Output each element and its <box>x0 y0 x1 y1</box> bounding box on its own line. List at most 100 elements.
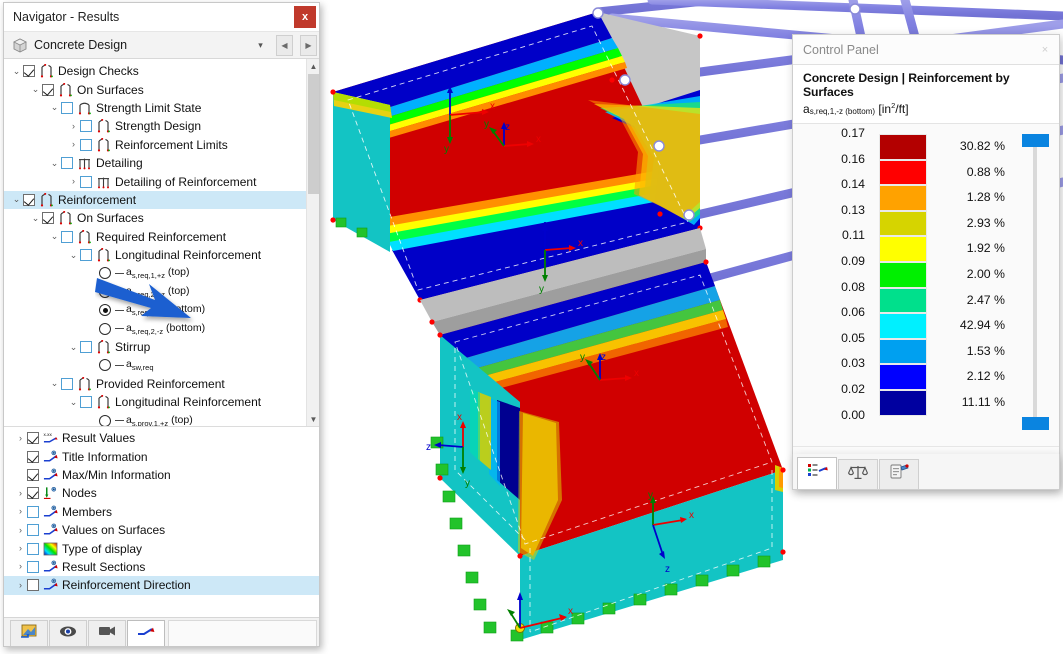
chevron-right-icon[interactable]: › <box>67 140 80 149</box>
tree-item-detailing[interactable]: ⌄ Detailing <box>4 154 306 172</box>
tree-checkbox[interactable] <box>80 175 92 188</box>
chevron-down-icon[interactable]: ⌄ <box>48 158 61 168</box>
chevron-down-icon[interactable]: ⌄ <box>67 397 80 407</box>
tree-checkbox[interactable] <box>61 230 73 243</box>
display-properties-icon-tab[interactable] <box>879 459 919 489</box>
legend-color-swatch[interactable] <box>879 313 927 339</box>
eye-visibility-icon-button[interactable] <box>49 620 87 646</box>
tree-radio[interactable] <box>99 414 111 426</box>
tree-radio[interactable] <box>99 267 111 280</box>
close-icon[interactable]: x <box>294 6 316 28</box>
tree-item-value-16[interactable]: asw,req <box>4 356 306 374</box>
tree-checkbox[interactable] <box>42 212 54 225</box>
chevron-right-icon[interactable]: › <box>14 525 27 535</box>
chevron-right-icon[interactable]: › <box>14 433 27 443</box>
chevron-down-icon[interactable]: ⌄ <box>10 195 23 204</box>
navigator-tree-upper[interactable]: ⌄ Design Checks ⌄ On Surfaces ⌄ Strength Limi… <box>4 59 319 427</box>
navigator-tree-lower[interactable]: › x.xx Result Values Title Information Max… <box>4 427 319 617</box>
tree-item-reinforcement[interactable]: ⌄ Reinforcement <box>4 190 306 210</box>
slider-thumb-min[interactable] <box>1022 417 1049 430</box>
tree-checkbox[interactable] <box>27 524 39 537</box>
tree-checkbox[interactable] <box>61 101 73 114</box>
tree-item-strength-limit-state[interactable]: ⌄ Strength Limit State <box>4 99 306 117</box>
legend-range-slider[interactable] <box>1022 134 1049 430</box>
tree-item-value-11[interactable]: as,req,1,+z (top) <box>4 264 306 282</box>
tree-item-longitudinal-reinforcement[interactable]: ⌄ Longitudinal Reinforcement <box>4 393 306 411</box>
tree-item-value-14[interactable]: as,req,2,-z (bottom) <box>4 319 306 337</box>
tree-item-design-checks[interactable]: ⌄ Design Checks <box>4 62 306 80</box>
tree-checkbox[interactable] <box>80 249 92 262</box>
tree-item-detailing-of-reinforcement[interactable]: › Detailing of Reinforcement <box>4 172 306 190</box>
tree-item-on-surfaces[interactable]: ⌄ On Surfaces <box>4 209 306 227</box>
scroll-down-arrow-icon[interactable]: ▼ <box>307 412 319 426</box>
tree-checkbox[interactable] <box>27 468 39 481</box>
tree-item-provided-reinforcement[interactable]: ⌄ Provided Reinforcement <box>4 375 306 393</box>
tree-checkbox[interactable] <box>27 487 39 500</box>
navigator-titlebar[interactable]: Navigator - Results x <box>4 3 319 32</box>
tree-item-reinforcement-direction[interactable]: › Reinforcement Direction <box>4 576 319 595</box>
legend-color-swatch[interactable] <box>879 159 927 186</box>
tree-item-nodes[interactable]: › Nodes <box>4 484 319 502</box>
tree-scrollbar[interactable]: ▲ ▼ <box>306 59 319 426</box>
tree-radio[interactable] <box>99 285 111 298</box>
chevron-right-icon[interactable]: › <box>14 488 27 498</box>
chevron-down-icon[interactable]: ⌄ <box>10 66 23 76</box>
scroll-up-arrow-icon[interactable]: ▲ <box>307 59 319 73</box>
color-legend-icon-tab[interactable] <box>797 457 837 489</box>
tree-checkbox[interactable] <box>80 396 92 409</box>
video-camera-icon-button[interactable] <box>88 620 126 646</box>
tree-checkbox[interactable] <box>27 505 39 518</box>
legend-color-swatch[interactable] <box>879 287 927 314</box>
chevron-down-icon[interactable]: ⌄ <box>48 232 61 241</box>
chevron-down-icon[interactable]: ⌄ <box>67 250 80 260</box>
tree-checkbox[interactable] <box>27 579 39 592</box>
tree-item-strength-design[interactable]: › Strength Design <box>4 117 306 135</box>
legend-color-swatch[interactable] <box>879 185 927 211</box>
tree-checkbox[interactable] <box>80 341 92 354</box>
tree-checkbox[interactable] <box>27 432 39 445</box>
chevron-down-icon[interactable]: ▾ <box>252 35 269 55</box>
legend-panel[interactable]: 0.17 30.82 % 0.16 0.88 % 0.14 1.28 % 0.13 2.93 … <box>793 124 1059 446</box>
tree-item-result-sections[interactable]: › Result Sections <box>4 558 319 576</box>
legend-color-swatch[interactable] <box>879 364 927 390</box>
chevron-down-icon[interactable]: ⌄ <box>48 103 61 112</box>
tree-item-values-on-surfaces[interactable]: › Values on Surfaces <box>4 521 319 539</box>
legend-color-swatch[interactable] <box>879 338 927 365</box>
tree-item-required-reinforcement[interactable]: ⌄ Required Reinforcement <box>4 228 306 246</box>
legend-color-swatch[interactable] <box>879 389 927 416</box>
chevron-down-icon[interactable]: ⌄ <box>48 379 61 388</box>
chevron-down-icon[interactable]: ⌄ <box>29 85 42 94</box>
tree-item-result-values[interactable]: › x.xx Result Values <box>4 429 319 447</box>
tree-item-max-min-information[interactable]: Max/Min Information <box>4 466 319 484</box>
chevron-right-icon[interactable]: › <box>14 507 27 516</box>
tree-checkbox[interactable] <box>61 157 73 170</box>
tree-item-value-12[interactable]: as,req,2,+z (top) <box>4 283 306 301</box>
tree-item-value-19[interactable]: as,prov,1,+z (top) <box>4 411 306 426</box>
legend-color-swatch[interactable] <box>879 261 927 288</box>
legend-color-swatch[interactable] <box>879 236 927 262</box>
results-display-icon-button[interactable] <box>10 620 48 646</box>
tree-checkbox[interactable] <box>80 120 92 133</box>
scroll-thumb[interactable] <box>308 74 319 194</box>
scale-balance-icon-tab[interactable] <box>838 459 878 489</box>
chevron-right-icon[interactable]: › <box>67 121 80 131</box>
slider-thumb-max[interactable] <box>1022 134 1049 147</box>
tree-checkbox[interactable] <box>61 377 73 390</box>
tree-item-longitudinal-reinforcement[interactable]: ⌄ Longitudinal Reinforcement <box>4 246 306 264</box>
chevron-down-icon[interactable]: ⌄ <box>29 213 42 223</box>
chevron-right-icon[interactable]: › <box>67 177 80 186</box>
control-panel-titlebar[interactable]: Control Panel × <box>793 35 1059 65</box>
tree-item-title-information[interactable]: Title Information <box>4 447 319 465</box>
tree-item-members[interactable]: › Members <box>4 503 319 521</box>
tree-radio[interactable] <box>99 304 111 317</box>
legend-color-swatch[interactable] <box>879 134 927 160</box>
tree-item-type-of-display[interactable]: › Type of display <box>4 539 319 557</box>
chevron-down-icon[interactable]: ⌄ <box>67 342 80 352</box>
tree-checkbox[interactable] <box>80 138 92 151</box>
tree-item-stirrup[interactable]: ⌄ Stirrup <box>4 338 306 356</box>
close-icon[interactable]: × <box>1035 40 1055 60</box>
tree-radio[interactable] <box>99 322 111 335</box>
navigator-category-dropdown[interactable]: Concrete Design ▾ ◀ ▶ <box>4 32 319 59</box>
prev-button[interactable]: ◀ <box>276 34 293 56</box>
reinforcement-direction-icon-button[interactable] <box>127 620 165 646</box>
